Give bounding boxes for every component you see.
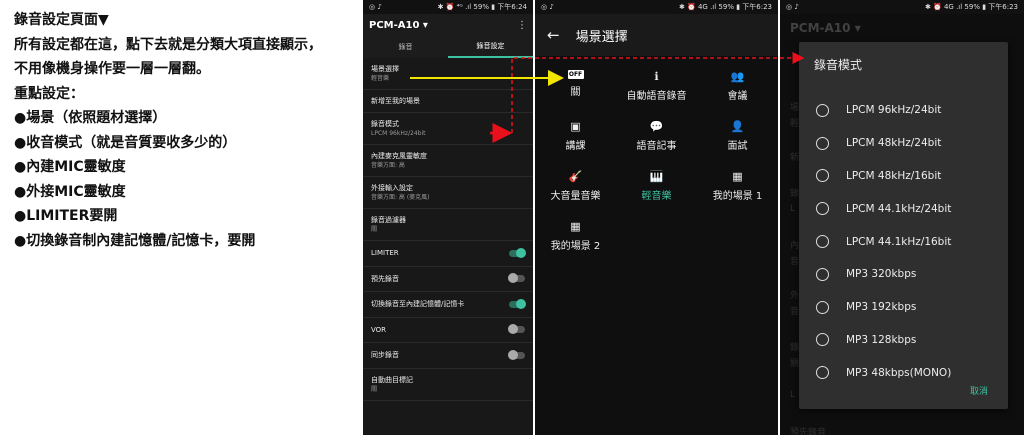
screenshot-root: 錄音設定頁面▼ 所有設定都在這，點下去就是分類大項直接顯示， 不用像機身操作要一層… [0,0,1024,435]
annotation-arrows [410,52,805,143]
red-dashed-connector [511,52,805,133]
